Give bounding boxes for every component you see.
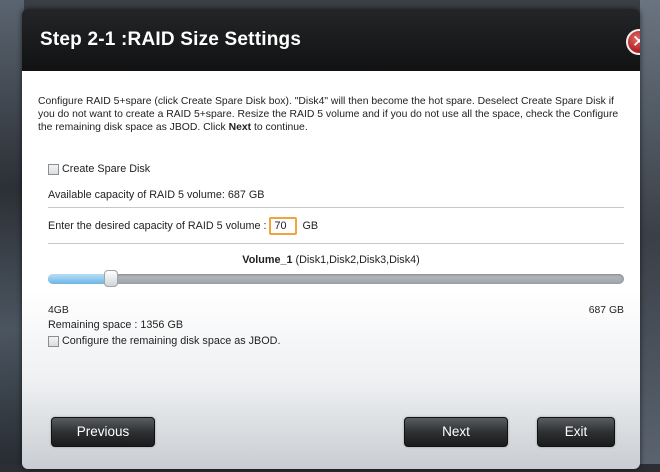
slider-min-label: 4GB [48, 305, 69, 316]
dialog-content: Configure RAID 5+spare (click Create Spa… [22, 71, 640, 469]
capacity-input[interactable]: 70 [269, 217, 298, 236]
slider-handle[interactable] [104, 270, 118, 287]
divider [48, 243, 624, 244]
create-spare-row[interactable]: Create Spare Disk [48, 163, 150, 175]
jbod-row[interactable]: Configure the remaining disk space as JB… [48, 335, 280, 347]
previous-button[interactable]: Previous [51, 417, 155, 447]
capacity-unit: GB [302, 220, 319, 232]
create-spare-label: Create Spare Disk [62, 163, 151, 175]
raid-size-dialog: Step 2-1 :RAID Size Settings ✕ Configure… [22, 9, 640, 469]
next-button[interactable]: Next [404, 417, 508, 447]
background-right [640, 0, 660, 472]
capacity-row: Enter the desired capacity of RAID 5 vol… [48, 217, 319, 236]
slider-fill [48, 274, 111, 284]
volume-disks: (Disk1,Disk2,Disk3,Disk4) [292, 254, 420, 266]
capacity-slider[interactable] [48, 270, 624, 287]
slider-max-label: 687 GB [588, 305, 624, 316]
instructions-bold: Next [228, 122, 252, 133]
available-capacity: Available capacity of RAID 5 volume: 687… [48, 189, 265, 201]
exit-button[interactable]: Exit [537, 417, 615, 447]
volume-name: Volume_1 [242, 254, 293, 266]
instructions-part2: to continue. [251, 122, 308, 133]
background-left [0, 0, 24, 472]
create-spare-checkbox[interactable] [48, 163, 59, 175]
dialog-titlebar: Step 2-1 :RAID Size Settings [22, 9, 640, 71]
divider [48, 207, 624, 208]
instructions-part1: Configure RAID 5+spare (click Create Spa… [38, 96, 619, 133]
volume-label: Volume_1 (Disk1,Disk2,Disk3,Disk4) [22, 254, 640, 266]
dialog-title: Step 2-1 :RAID Size Settings [40, 29, 302, 50]
remaining-space: Remaining space : 1356 GB [48, 319, 184, 331]
jbod-checkbox[interactable] [48, 335, 59, 347]
instructions-text: Configure RAID 5+spare (click Create Spa… [38, 95, 628, 134]
jbod-label: Configure the remaining disk space as JB… [62, 335, 281, 347]
capacity-prompt: Enter the desired capacity of RAID 5 vol… [48, 220, 267, 232]
